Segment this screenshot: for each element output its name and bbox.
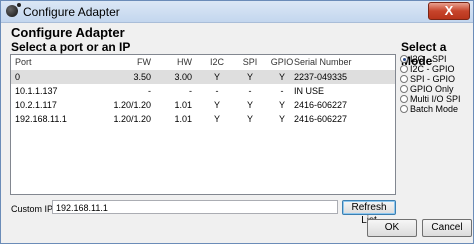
table-header: Port FW HW I2C SPI GPIO Serial Number [11, 55, 395, 69]
cell-hw: - [189, 86, 192, 96]
cell-hw: 1.01 [174, 100, 192, 110]
cell-port: 10.2.1.117 [15, 100, 57, 110]
window-title: Configure Adapter [23, 5, 120, 19]
bomb-icon [6, 3, 21, 17]
column-header-hw[interactable]: HW [162, 57, 192, 67]
cell-i2c: Y [213, 100, 220, 110]
cell-port: 0 [15, 72, 21, 82]
mode-label: SPI - GPIO [410, 74, 456, 84]
port-table[interactable]: Port FW HW I2C SPI GPIO Serial Number 0 … [10, 54, 396, 195]
custom-ips-input[interactable]: 192.168.11.1 [52, 200, 338, 214]
cell-spi: Y [246, 72, 253, 82]
refresh-list-button[interactable]: Refresh List [342, 200, 396, 226]
cell-fw: 3.50 [133, 72, 151, 82]
cell-port: 10.1.1.137 [15, 86, 58, 96]
radio-button[interactable] [400, 75, 408, 83]
cell-fw: 1.20/1.20 [113, 114, 151, 124]
cell-hw: 1.01 [174, 114, 192, 124]
radio-button[interactable] [400, 95, 408, 103]
mode-label: I2C - SPI [410, 54, 447, 64]
column-header-serial-number[interactable]: Serial Number [294, 57, 352, 67]
mode-label: Batch Mode [410, 104, 459, 114]
mode-label: Multi I/O SPI [410, 94, 461, 104]
table-row[interactable]: 10.1.1.137 - - - - - IN USE [11, 84, 395, 98]
cell-i2c: Y [213, 114, 220, 124]
cell-gpio: Y [278, 100, 285, 110]
cell-spi: Y [246, 100, 253, 110]
cell-serial-number: 2237-049335 [294, 72, 348, 82]
table-row[interactable]: 0 3.50 3.00 Y Y Y 2237-049335 [11, 70, 395, 84]
column-header-port[interactable]: Port [15, 57, 32, 67]
cell-spi: Y [246, 114, 253, 124]
column-header-spi[interactable]: SPI [240, 57, 260, 67]
mode-label: GPIO Only [410, 84, 454, 94]
cell-gpio: Y [278, 72, 285, 82]
column-header-fw[interactable]: FW [111, 57, 151, 67]
cell-serial-number: 2416-606227 [294, 100, 348, 110]
column-header-gpio[interactable]: GPIO [270, 57, 294, 67]
ok-button[interactable]: OK [367, 219, 417, 237]
cell-serial-number: IN USE [294, 86, 325, 96]
cell-serial-number: 2416-606227 [294, 114, 348, 124]
cell-gpio: - [280, 86, 284, 96]
radio-button[interactable] [400, 65, 408, 73]
title-bar[interactable]: Configure Adapter X [1, 1, 473, 23]
cell-fw: 1.20/1.20 [113, 100, 151, 110]
port-section-heading: Select a port or an IP [11, 40, 131, 54]
cell-port: 192.168.11.1 [15, 114, 67, 124]
table-row[interactable]: 10.2.1.117 1.20/1.20 1.01 Y Y Y 2416-606… [11, 98, 395, 112]
radio-button[interactable] [400, 85, 408, 93]
cell-fw: - [148, 86, 151, 96]
cell-spi: - [248, 86, 252, 96]
cell-i2c: - [215, 86, 219, 96]
custom-ips-label: Custom IPs [11, 204, 58, 214]
radio-button[interactable] [400, 105, 408, 113]
close-button[interactable]: X [428, 2, 470, 20]
cell-i2c: Y [213, 72, 220, 82]
column-header-i2c[interactable]: I2C [207, 57, 227, 67]
configure-adapter-dialog: Configure Adapter X Configure Adapter Se… [0, 0, 474, 244]
cell-hw: 3.00 [174, 72, 192, 82]
mode-label: I2C - GPIO [410, 64, 455, 74]
cancel-button[interactable]: Cancel [422, 219, 472, 237]
dialog-heading: Configure Adapter [11, 25, 125, 40]
cell-gpio: Y [278, 114, 285, 124]
radio-button-selected[interactable] [400, 55, 408, 63]
table-row[interactable]: 192.168.11.1 1.20/1.20 1.01 Y Y Y 2416-6… [11, 112, 395, 126]
